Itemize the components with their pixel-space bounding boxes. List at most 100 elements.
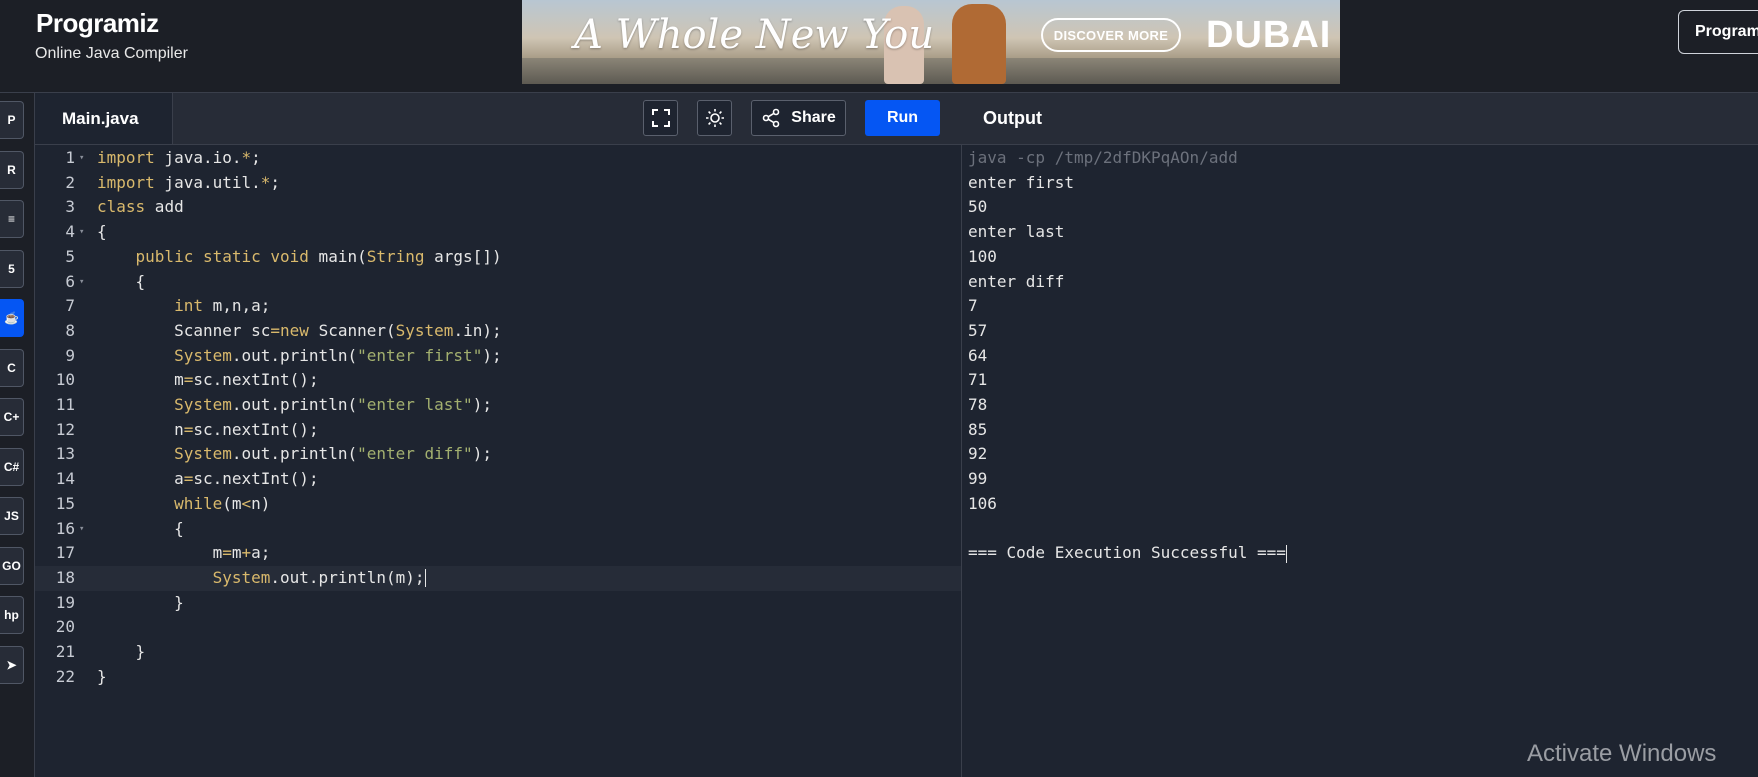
file-tab-main-java[interactable]: Main.java <box>35 93 173 144</box>
output-console: java -cp /tmp/2dfDKPqAOn/add enter first 5… <box>968 144 1748 744</box>
line-number: 20 <box>55 617 75 637</box>
output-line: 57 <box>968 320 988 340</box>
code-text: { <box>97 518 184 538</box>
output-line: 99 <box>968 469 988 489</box>
code-line[interactable]: 14 a=sc.nextInt(); <box>35 467 961 492</box>
line-number: 13 <box>55 444 75 464</box>
c-icon[interactable]: C <box>0 348 24 387</box>
fold-arrow-icon[interactable]: ▾ <box>79 220 84 245</box>
swift-icon[interactable]: ➤ <box>0 645 24 684</box>
code-text: m=m+a; <box>97 543 271 563</box>
code-line[interactable]: 6 ▾ { <box>35 270 961 295</box>
ad-skyline <box>522 58 1340 84</box>
code-line[interactable]: 18 System.out.println(m); <box>35 565 961 591</box>
line-number: 5 <box>65 246 75 266</box>
code-line[interactable]: 19 } <box>35 591 961 616</box>
fullscreen-icon <box>651 109 670 127</box>
code-text: import java.util.*; <box>97 172 281 192</box>
top-header: Programiz Online Java Compiler A Whole N… <box>0 0 1758 93</box>
code-line[interactable]: 1 ▾ import java.io.*; <box>35 146 961 171</box>
programiz-pro-button[interactable]: Program <box>1678 10 1758 54</box>
code-text: System.out.println(m); <box>212 567 426 588</box>
code-editor[interactable]: 1 ▾ import java.io.*; 2 import java.util.*; 3… <box>35 144 961 777</box>
go-icon[interactable]: GO <box>0 546 24 585</box>
editor-toolbar: Main.java Share Run Output <box>35 93 1758 145</box>
code-line[interactable]: 8 Scanner sc=new Scanner(System.in); <box>35 319 961 344</box>
output-line: enter last <box>968 222 1065 242</box>
output-cursor <box>1285 544 1287 563</box>
code-line[interactable]: 11 System.out.println("enter last"); <box>35 393 961 418</box>
fold-arrow-icon[interactable]: ▾ <box>79 146 84 171</box>
text-cursor <box>424 569 426 588</box>
advertisement-banner[interactable]: A Whole New You DISCOVER MORE DUBAI <box>522 0 1340 84</box>
code-text: System.out.println("enter diff"); <box>174 444 492 464</box>
code-text: { <box>97 222 107 242</box>
output-line: 50 <box>968 197 988 217</box>
activate-windows-watermark: Activate Windows <box>1527 740 1717 767</box>
js-icon[interactable]: JS <box>0 497 24 535</box>
line-number: 21 <box>55 642 75 661</box>
php-icon[interactable]: hp <box>0 596 24 634</box>
code-line[interactable]: 15 while(m<n) <box>35 492 961 517</box>
code-line[interactable]: 21 } <box>35 640 961 665</box>
code-text: } <box>97 666 107 686</box>
output-panel-title: Output <box>983 108 1042 128</box>
code-line[interactable]: 3 class add <box>35 195 961 220</box>
fold-arrow-icon[interactable]: ▾ <box>79 517 84 542</box>
code-line[interactable]: 5 public static void main(String args[]) <box>35 245 961 270</box>
code-line[interactable]: 13 System.out.println("enter diff"); <box>35 442 961 467</box>
sql-icon[interactable]: ≡ <box>0 200 24 238</box>
line-number: 3 <box>65 197 75 217</box>
compiler-subtitle: Online Java Compiler <box>35 45 188 62</box>
cpp-icon[interactable]: C+ <box>0 398 24 436</box>
output-line: 64 <box>968 345 988 365</box>
share-icon <box>762 108 780 128</box>
code-line[interactable]: 2 import java.util.*; <box>35 171 961 196</box>
html-icon[interactable]: 5 <box>0 249 24 288</box>
panel-divider[interactable] <box>961 144 962 777</box>
output-line: 7 <box>968 296 978 316</box>
code-line[interactable]: 16 ▾ { <box>35 517 961 542</box>
code-text: class add <box>97 197 184 217</box>
code-line[interactable]: 4 ▾ { <box>35 220 961 245</box>
code-text: Scanner sc=new Scanner(System.in); <box>97 320 502 340</box>
theme-toggle-button[interactable] <box>697 100 732 136</box>
code-line[interactable]: 17 m=m+a; <box>35 541 961 566</box>
line-number: 8 <box>65 320 75 340</box>
run-command: java -cp /tmp/2dfDKPqAOn/add <box>968 148 1238 167</box>
ad-tagline: A Whole New You <box>574 12 935 58</box>
r-icon[interactable]: R <box>0 150 24 189</box>
ad-discover-button[interactable]: DISCOVER MORE <box>1041 18 1181 52</box>
output-line: 106 <box>968 493 997 513</box>
code-text: public static void main(String args[]) <box>135 246 502 266</box>
output-line: enter first <box>968 172 1074 192</box>
code-text: m=sc.nextInt(); <box>97 370 319 390</box>
line-number: 22 <box>55 666 75 686</box>
csharp-icon[interactable]: C# <box>0 447 24 486</box>
programiz-logo[interactable]: Programiz <box>36 8 159 39</box>
code-line[interactable]: 22} <box>35 665 961 690</box>
code-text: { <box>97 271 146 291</box>
sun-icon <box>705 109 724 127</box>
run-button[interactable]: Run <box>865 100 940 136</box>
java-icon[interactable]: ☕ <box>0 299 24 337</box>
code-line[interactable]: 10 m=sc.nextInt(); <box>35 368 961 393</box>
output-line: === Code Execution Successful === <box>968 543 1287 563</box>
share-button[interactable]: Share <box>751 100 846 136</box>
code-text: } <box>97 592 184 612</box>
fullscreen-button[interactable] <box>643 100 678 136</box>
line-number: 6 <box>65 271 75 291</box>
code-text: System.out.println("enter first"); <box>174 345 502 365</box>
code-line[interactable]: 9 System.out.println("enter first"); <box>35 344 961 369</box>
code-line[interactable]: 12 n=sc.nextInt(); <box>35 418 961 443</box>
line-number: 15 <box>55 493 75 513</box>
line-number: 9 <box>65 345 75 365</box>
python-icon[interactable]: P <box>0 101 24 139</box>
line-number: 18 <box>55 567 75 587</box>
line-number: 7 <box>65 296 75 316</box>
code-line[interactable]: 20 <box>35 615 961 640</box>
ad-brand-logo: DUBAI <box>1206 14 1332 56</box>
fold-arrow-icon[interactable]: ▾ <box>79 270 84 295</box>
language-sidebar: P R ≡ 5 ☕ C C+ C# JS GO hp ➤ <box>0 93 35 777</box>
code-line[interactable]: 7 int m,n,a; <box>35 294 961 319</box>
